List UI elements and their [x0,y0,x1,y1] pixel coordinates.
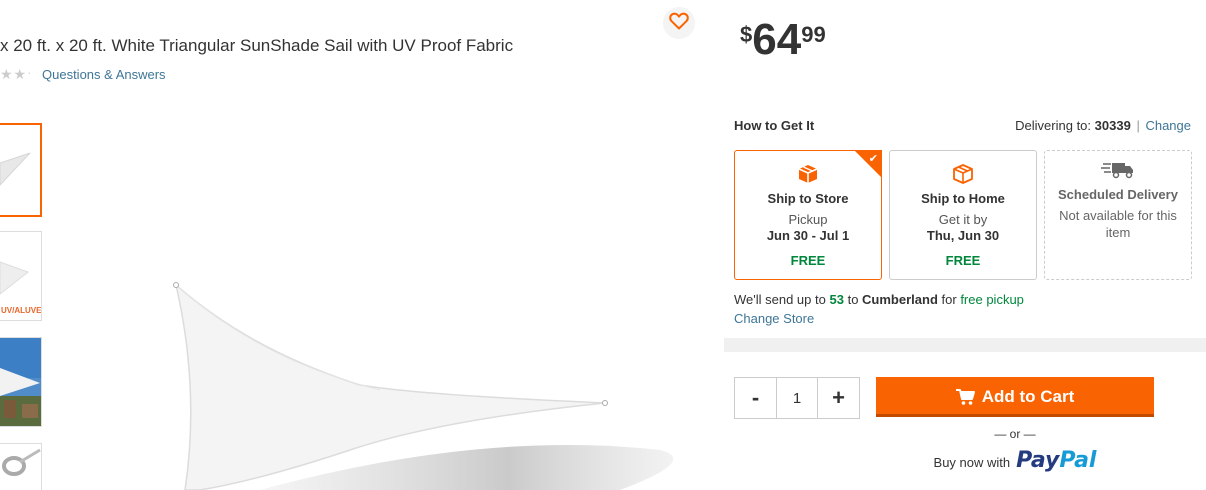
price-cents: 99 [801,22,826,47]
add-to-cart-label: Add to Cart [981,387,1075,406]
product-page: x 20 ft. x 20 ft. White Triangular SunSh… [0,0,1206,490]
store-pickup-message: We'll send up to 53 to Cumberland for fr… [734,292,1024,307]
main-product-image[interactable] [60,120,700,490]
delivery-separator: | [1136,118,1140,133]
free-pickup-text: free pickup [960,292,1024,307]
truck-icon [1045,157,1191,183]
thumbnail-2[interactable]: UV/ALUVE [0,231,42,321]
send-prefix: We'll send up to [734,292,826,307]
quantity-input[interactable] [776,378,818,418]
thumbnail-2-label: UV/ALUVE [1,306,42,315]
scheduled-delivery-option: Scheduled Delivery Not available for thi… [1044,150,1192,280]
thumbnail-1[interactable] [0,123,42,217]
increase-quantity-button[interactable]: + [818,378,859,418]
checkmark-icon: ✔ [868,153,878,165]
ship-to-home-get-by: Get it by [938,212,988,227]
heart-icon [669,12,689,35]
hardware-thumbnail-image [0,444,41,490]
paypal-logo-pal: Pal [1059,448,1097,473]
decrease-quantity-button[interactable]: - [735,378,776,418]
add-to-cart-button[interactable]: Add to Cart [876,377,1154,417]
package-icon [890,161,1036,187]
ship-to-store-date: Jun 30 - Jul 1 [766,228,850,243]
rating-stars[interactable]: ★★★★★ [0,66,30,83]
price-currency: $ [740,22,753,47]
ship-to-store-price: FREE [790,253,826,268]
price-dollars: 64 [752,15,802,64]
product-title: x 20 ft. x 20 ft. White Triangular SunSh… [0,36,514,55]
questions-answers-link[interactable]: Questions & Answers [42,67,166,82]
ship-to-home-price: FREE [945,253,981,268]
paypal-button[interactable]: Buy now with Pay Pal [876,448,1154,473]
ship-to-store-pickup: Pickup [788,212,828,227]
product-price: $ 64 99 [740,16,826,64]
thumbnail-4[interactable] [0,443,42,490]
cart-icon [955,388,976,406]
ship-to-home-option[interactable]: Ship to Home Get it by Thu, Jun 30 FREE [889,150,1037,280]
ship-to-home-date: Thu, Jun 30 [926,228,1000,243]
section-divider [724,338,1206,352]
delivering-label: Delivering to: [1015,118,1092,133]
send-for: for [941,292,957,307]
thumbnail-3[interactable] [0,337,42,427]
or-divider: — or — [994,427,1036,441]
change-store-link[interactable]: Change Store [734,311,814,326]
quantity-stepper: - + [734,377,860,419]
paypal-logo-pay: Pay [1016,448,1060,473]
store-name: Cumberland [862,292,938,307]
patio-thumbnail-image [0,338,41,426]
scheduled-delivery-title: Scheduled Delivery [1058,187,1178,202]
sail-image [173,282,674,490]
send-to: to [847,292,859,307]
uv-thumbnail-image: UV/ALUVE [0,232,42,320]
scheduled-delivery-status: Not available for this item [1059,208,1177,240]
ship-to-store-title: Ship to Store [767,191,849,206]
favorite-button[interactable] [663,7,695,39]
delivery-zip: 30339 [1094,118,1131,133]
rating-row: ★★★★★ Questions & Answers [0,66,166,83]
delivering-to: Delivering to: 30339 | Change [1015,118,1191,133]
how-to-get-it-heading: How to Get It [734,118,815,133]
ship-to-store-option[interactable]: ✔ Ship to Store Pickup Jun 30 - Jul 1 FR… [734,150,882,280]
send-quantity: 53 [829,292,844,307]
sail-thumbnail-image [0,125,40,215]
change-zip-link[interactable]: Change [1145,118,1191,133]
buy-now-with-label: Buy now with [933,455,1011,470]
ship-to-home-title: Ship to Home [921,191,1005,206]
